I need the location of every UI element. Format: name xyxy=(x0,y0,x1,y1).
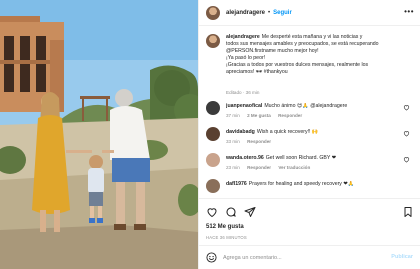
comment-username[interactable]: juanpenaofical xyxy=(226,103,262,109)
more-icon[interactable]: ••• xyxy=(404,8,414,16)
add-comment-bar: Publicar xyxy=(199,245,420,269)
caption-line-4: ¡Ya pasó lo peor! xyxy=(226,55,266,61)
comment-time: 37 min xyxy=(226,113,240,118)
comment-text: Get well soon Richard. GBY ❤ xyxy=(265,155,337,161)
caption-text: alejandragere Me desperté esta mañana y v… xyxy=(226,34,412,76)
comment-body: dafl1976 Prayers for healing and speedy r… xyxy=(226,181,402,188)
instagram-post-view: alejandragere • Seguir ••• alejandragere… xyxy=(0,0,420,269)
comment-body: wanda.otero.96 Get well soon Richard. GBY… xyxy=(226,155,402,162)
comment-reply-button[interactable]: Responder xyxy=(247,165,271,170)
caption-avatar[interactable] xyxy=(206,34,220,48)
comment-meta: 33 min Responder xyxy=(226,139,277,144)
heart-icon[interactable] xyxy=(403,104,410,111)
comment-item: juanpenaofical Mucho ánimo 😍🙏 @alejandrag… xyxy=(206,101,416,125)
heart-icon[interactable] xyxy=(206,206,218,218)
post-time-ago: HACE 36 MINUTOS xyxy=(206,235,247,240)
comment-translate-link[interactable]: Ver traducción xyxy=(278,165,310,170)
comments-scroll-area[interactable]: alejandragere Me desperté esta mañana y v… xyxy=(199,27,420,197)
comment-text: Wish a quick recovery!! 🙌 xyxy=(256,129,319,135)
caption-line-6: apreciamos! 🕶 #thankyou xyxy=(226,69,288,75)
comment-meta: 37 min 2 Me gusta Responder xyxy=(226,113,308,118)
heart-icon[interactable] xyxy=(403,130,410,137)
comment-username[interactable]: dafl1976 xyxy=(226,181,247,187)
caption-line-3: @PERSON.firstname mucho mejor hoy! xyxy=(226,48,319,54)
comment-body: juanpenaofical Mucho ánimo 😍🙏 @alejandrag… xyxy=(226,103,402,110)
publish-button[interactable]: Publicar xyxy=(391,254,413,260)
post-side-panel: alejandragere • Seguir ••• alejandragere… xyxy=(198,0,420,269)
author-username[interactable]: alejandragere xyxy=(226,10,265,16)
comment-icon[interactable] xyxy=(225,206,237,218)
comment-text: Mucho ánimo 😍🙏 @alejandragere xyxy=(264,103,348,109)
comment-avatar[interactable] xyxy=(206,101,220,115)
comment-avatar[interactable] xyxy=(206,179,220,193)
likes-count[interactable]: 512 Me gusta xyxy=(206,224,244,230)
comment-input[interactable] xyxy=(223,251,373,264)
post-photo[interactable] xyxy=(0,0,198,269)
comment-avatar[interactable] xyxy=(206,127,220,141)
post-actions-bar xyxy=(199,198,420,224)
comment-meta: 23 min Responder Ver traducción xyxy=(226,165,316,170)
caption-meta: Editado · 36 min xyxy=(226,90,260,95)
emoji-icon[interactable] xyxy=(206,252,217,263)
comment-username[interactable]: wanda.otero.96 xyxy=(226,155,264,161)
comment-reply-button[interactable]: Responder xyxy=(247,139,271,144)
photo-illustration xyxy=(0,0,198,269)
comment-item: davidabadg Wish a quick recovery!! 🙌 33 m… xyxy=(206,127,416,151)
heart-icon[interactable] xyxy=(403,156,410,163)
comment-text: Prayers for healing and speedy recovery … xyxy=(248,181,355,187)
author-avatar[interactable] xyxy=(206,5,220,20)
comment-username[interactable]: davidabadg xyxy=(226,129,255,135)
caption-line-5: ¡Gracias a todos por vuestros dulces men… xyxy=(226,62,369,68)
comment-reply-button[interactable]: Responder xyxy=(278,113,302,118)
caption-username[interactable]: alejandragere xyxy=(226,34,260,40)
save-icon[interactable] xyxy=(402,206,414,218)
share-icon[interactable] xyxy=(244,206,256,218)
separator-dot: • xyxy=(268,9,271,16)
caption-line-2: todos sus mensajes amables y preocupados… xyxy=(226,41,379,47)
comment-time: 23 min xyxy=(226,165,240,170)
follow-button[interactable]: Seguir xyxy=(273,10,292,16)
comment-body: davidabadg Wish a quick recovery!! 🙌 xyxy=(226,129,402,136)
comment-likes[interactable]: 2 Me gusta xyxy=(247,113,271,118)
comment-avatar[interactable] xyxy=(206,153,220,167)
comment-item: dafl1976 Prayers for healing and speedy r… xyxy=(206,179,416,197)
comment-time: 33 min xyxy=(226,139,240,144)
comment-item: wanda.otero.96 Get well soon Richard. GBY… xyxy=(206,153,416,177)
caption-line-1: Me desperté esta mañana y vi las noticia… xyxy=(261,34,363,40)
post-header: alejandragere • Seguir ••• xyxy=(199,0,420,26)
